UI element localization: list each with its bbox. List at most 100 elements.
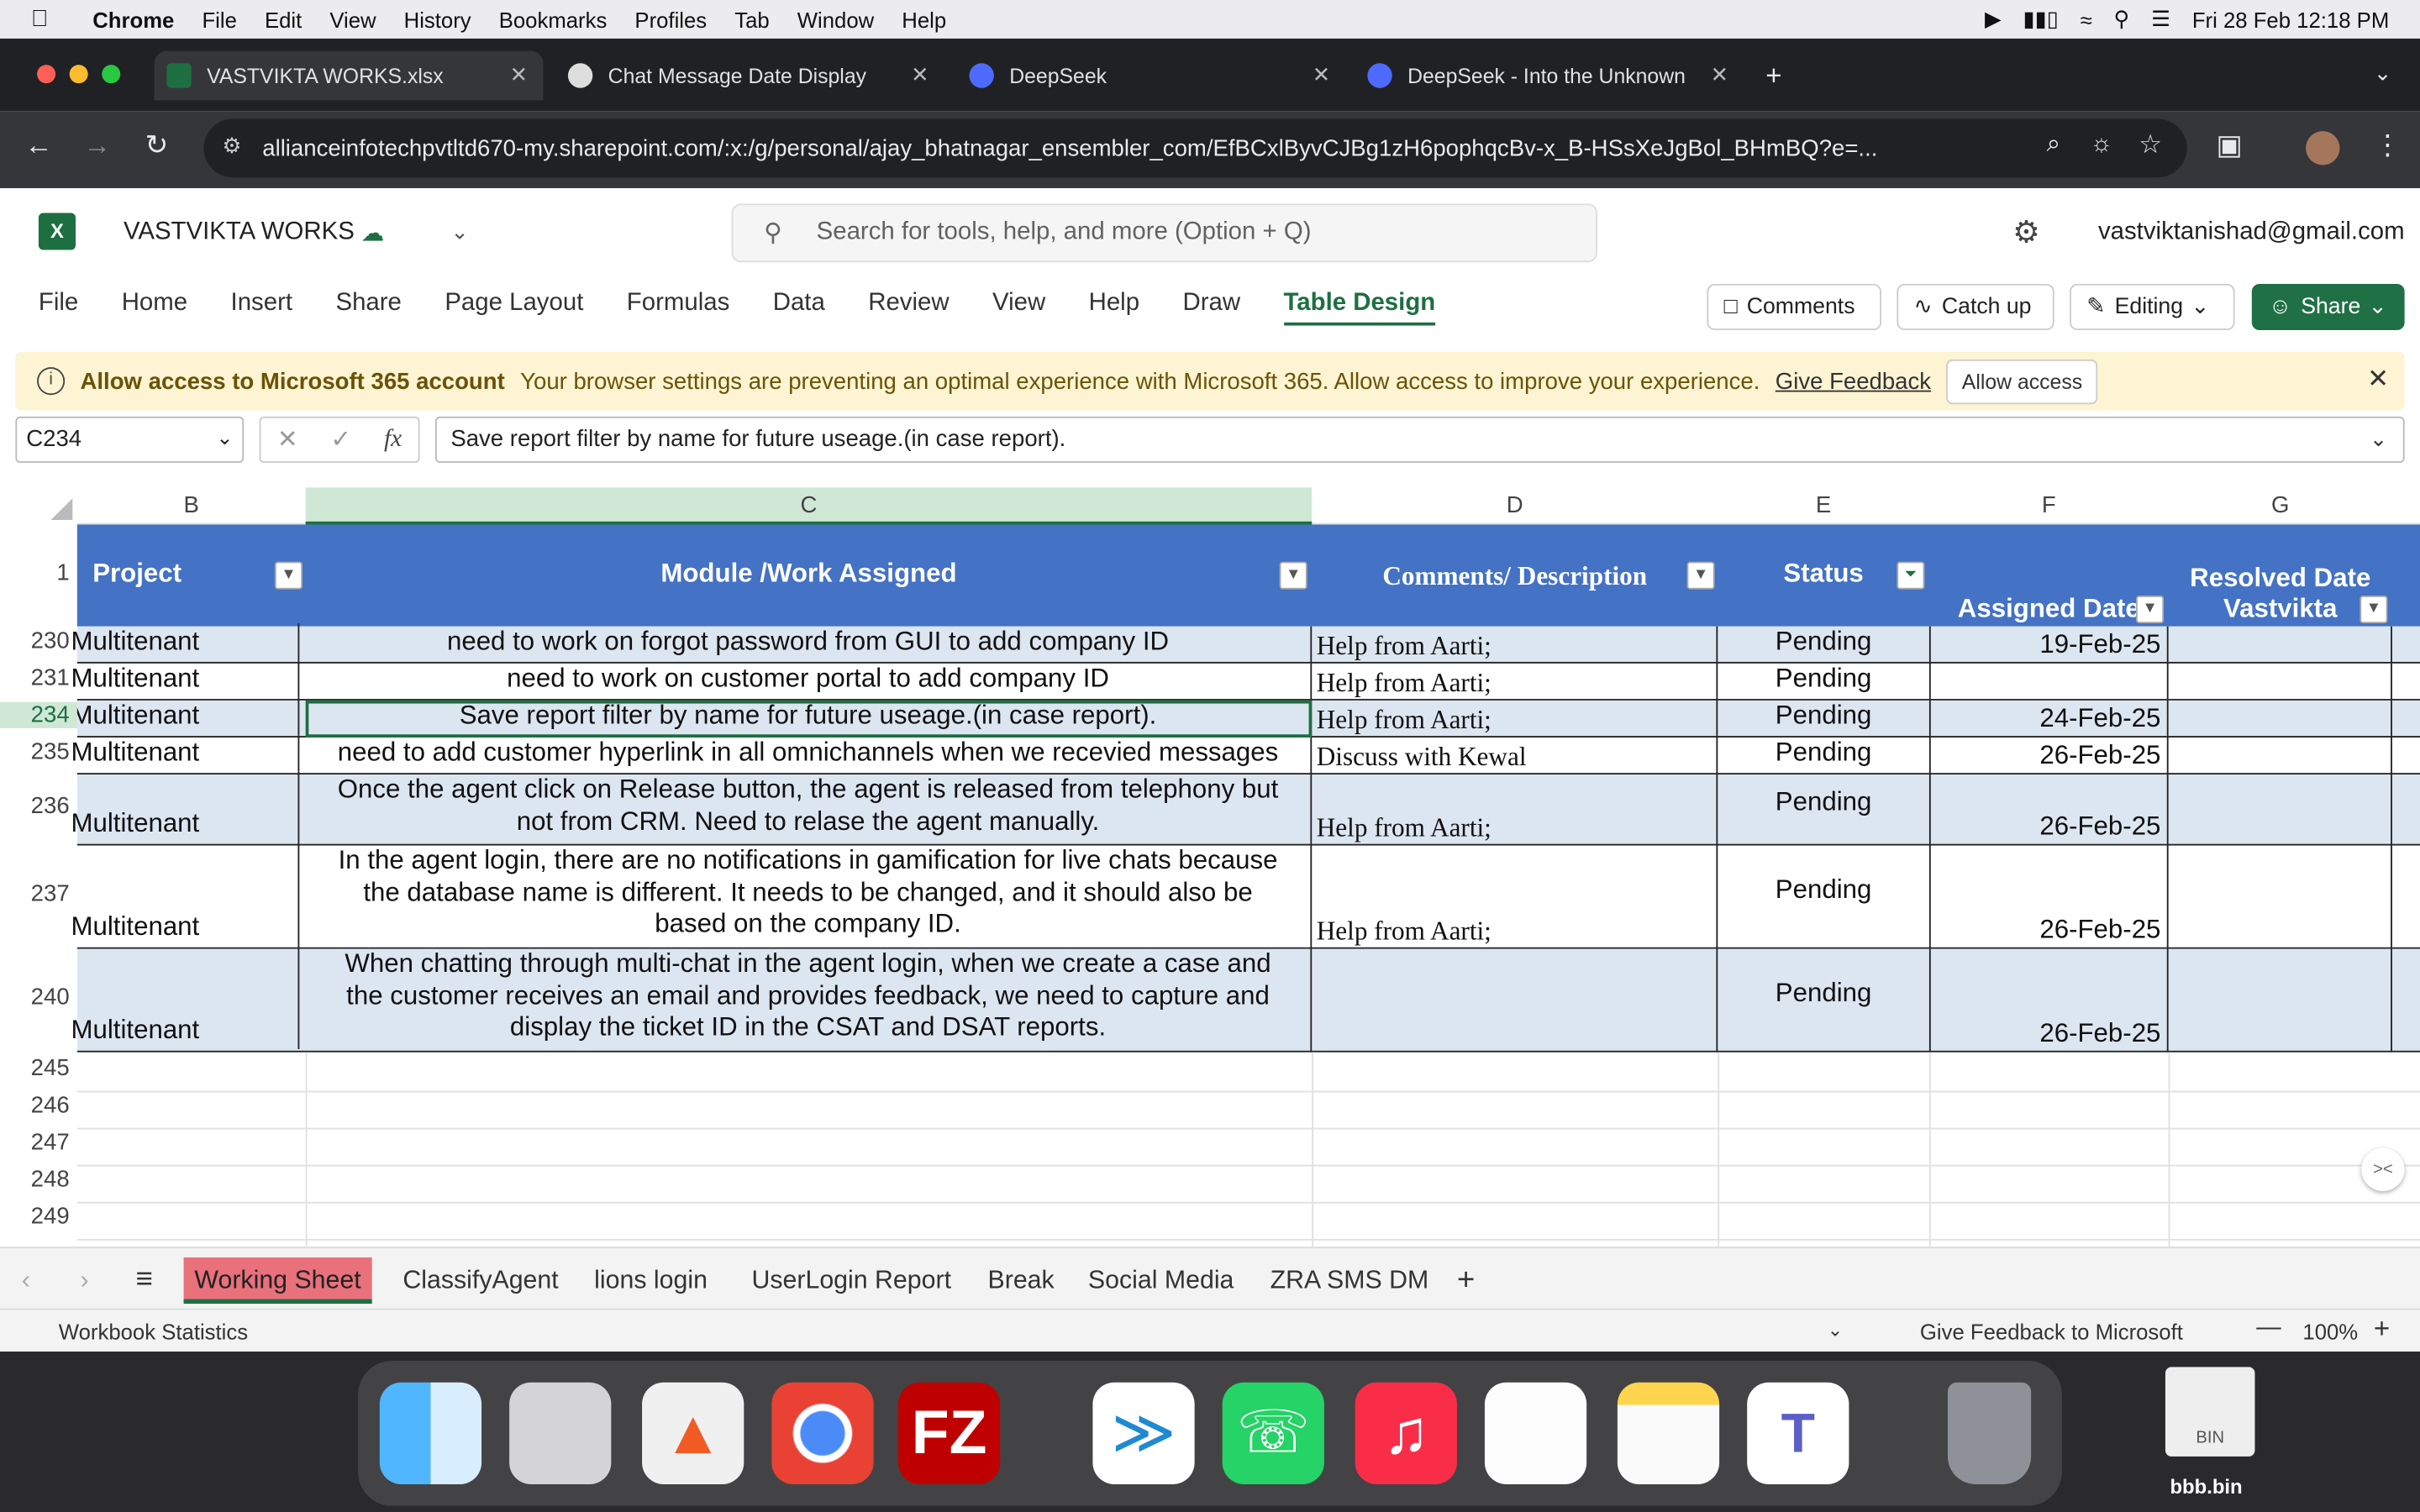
account-email[interactable]: vastviktanishad@gmail.com [2098,219,2405,247]
menubar-clock[interactable]: Fri 28 Feb 12:18 PM [2192,7,2389,31]
cell-status[interactable]: Pending [1718,627,1929,658]
comments-button[interactable]: □ Comments [1707,283,1881,331]
cell-status[interactable]: Pending [1718,787,1929,818]
extensions-icon[interactable]: ▣ [2217,129,2243,162]
cell-status[interactable]: Pending [1718,978,1929,1009]
filezilla-icon[interactable]: FZ [897,1382,1001,1484]
zoom-in-icon[interactable]: + [2374,1313,2390,1346]
close-icon[interactable]: ✕ [2367,364,2389,395]
row-number[interactable]: 245 [0,1055,77,1081]
tab-deepseek-unknown[interactable]: DeepSeek - Into the Unknown ✕ [1355,51,1744,101]
tab-view[interactable]: View [992,290,1045,325]
back-icon[interactable]: ← [24,129,52,162]
row-number[interactable]: 236 [0,793,77,819]
cell-comment[interactable]: Help from Aarti; [1312,626,1718,664]
launchpad-icon[interactable] [509,1382,612,1484]
filter-dropdown-icon[interactable]: ▼ [1686,561,1715,590]
catchup-button[interactable]: ∿ Catch up [1897,283,2054,331]
row-number[interactable]: 249 [0,1204,77,1230]
all-sheets-icon[interactable]: ≡ [136,1257,153,1304]
menu-profiles[interactable]: Profiles [634,7,707,31]
filter-dropdown-icon[interactable]: ▼ [2360,595,2388,624]
spotlight-icon[interactable]: ⚲ [2113,6,2129,32]
chrome-icon[interactable] [771,1382,874,1484]
row-number[interactable]: 231 [0,665,77,691]
menu-window[interactable]: Window [797,7,874,31]
cell-resolved-date[interactable] [2169,700,2392,738]
trash-icon[interactable] [1947,1382,2032,1484]
tab-formulas[interactable]: Formulas [627,290,729,325]
menu-view[interactable]: View [329,7,376,31]
sheet-tab-classifyagent[interactable]: ClassifyAgent [402,1257,558,1304]
column-header-e[interactable]: E [1718,487,1929,524]
minimize-window-button[interactable] [69,65,88,84]
give-feedback-microsoft[interactable]: Give Feedback to Microsoft [1920,1319,2183,1343]
cell-status[interactable]: Pending [1718,701,1929,732]
more-menu-icon[interactable]: ⋮ [2374,129,2402,162]
column-header-f[interactable]: F [1929,487,2169,524]
brave-icon[interactable]: ▲ [642,1382,744,1484]
row-number[interactable]: 246 [0,1092,77,1118]
workbook-statistics[interactable]: Workbook Statistics [59,1319,248,1343]
expand-chevron-icon[interactable]: ⌄ [2370,426,2388,452]
play-icon[interactable]: ▶ [1985,6,2002,32]
close-window-button[interactable] [37,65,56,84]
excel-logo-icon[interactable]: X [38,213,76,250]
tab-chat-message[interactable]: Chat Message Date Display ✕ [555,51,944,101]
cell-project[interactable]: Multitenant [71,697,300,735]
cell-project[interactable]: Multitenant [71,734,300,772]
row-number[interactable]: 230 [0,628,77,654]
cell-resolved-date[interactable] [2169,845,2392,949]
column-header-b[interactable]: B [77,487,306,524]
cell-resolved-date[interactable] [2169,774,2392,846]
cell-comment[interactable]: Help from Aarti; [1312,700,1718,738]
cell-assigned-date[interactable]: 19-Feb-25 [1928,626,2169,664]
row-number[interactable]: 248 [0,1167,77,1193]
tab-deepseek[interactable]: DeepSeek ✕ [957,51,1346,101]
finder-icon[interactable] [379,1382,482,1484]
whatsapp-icon[interactable]: ☏ [1222,1382,1324,1484]
address-bar[interactable]: ⚙ allianceinfotechpvtltd670-my.sharepoin… [203,118,2187,178]
tab-help[interactable]: Help [1089,290,1139,325]
cell-module[interactable]: Save report filter by name for future us… [305,700,1313,738]
row-number[interactable]: 234 [0,701,77,728]
site-info-icon[interactable]: ⚙ [222,133,241,159]
name-box[interactable]: C234 ⌄ [15,416,245,464]
cell-status[interactable]: Pending [1718,738,1929,769]
row-number[interactable]: 235 [0,739,77,765]
close-tab-icon[interactable]: ✕ [1313,61,1331,87]
cell-resolved-date[interactable] [2169,663,2392,701]
document-title[interactable]: VASTVIKTA WORKS [124,219,355,247]
tab-review[interactable]: Review [868,290,949,325]
notes-icon[interactable] [1617,1382,1720,1484]
cell-comment[interactable] [1312,948,1718,1053]
chevron-down-icon[interactable]: ⌄ [1828,1319,1843,1341]
cell-assigned-date[interactable]: 26-Feb-25 [1928,845,2169,949]
zoom-window-button[interactable] [102,65,121,84]
zoom-icon[interactable]: ⌕ [2047,131,2060,159]
column-header-g[interactable]: G [2169,487,2392,524]
vscode-icon[interactable]: ≫ [1092,1382,1195,1484]
scroll-right-icon[interactable]: › [81,1257,89,1304]
formula-input[interactable]: Save report filter by name for future us… [434,416,2405,464]
forward-icon[interactable]: → [83,129,111,162]
chevron-down-icon[interactable]: ⌄ [450,219,469,245]
filter-dropdown-icon[interactable]: ▼ [274,561,303,590]
menu-file[interactable]: File [202,7,236,31]
zoom-level[interactable]: 100% [2302,1319,2358,1343]
cell-project[interactable]: Multitenant [71,623,300,661]
menu-history[interactable]: History [404,7,471,31]
eye-slash-icon[interactable]: ☼ [2091,131,2113,159]
menu-edit[interactable]: Edit [265,7,302,31]
add-sheet-icon[interactable]: + [1457,1257,1475,1304]
menu-app[interactable]: Chrome [92,7,174,31]
sheet-tab-working-sheet[interactable]: Working Sheet [183,1257,372,1305]
cell-assigned-date[interactable] [1928,663,2169,701]
row-number[interactable]: 237 [0,880,77,906]
control-center-icon[interactable]: ☰ [2151,6,2170,32]
column-header-c[interactable]: C [305,487,1313,525]
close-tab-icon[interactable]: ✕ [911,61,929,87]
tab-file[interactable]: File [39,290,78,325]
cell-comment[interactable]: Help from Aarti; [1312,774,1718,846]
cell-project[interactable]: Multitenant [71,771,300,843]
